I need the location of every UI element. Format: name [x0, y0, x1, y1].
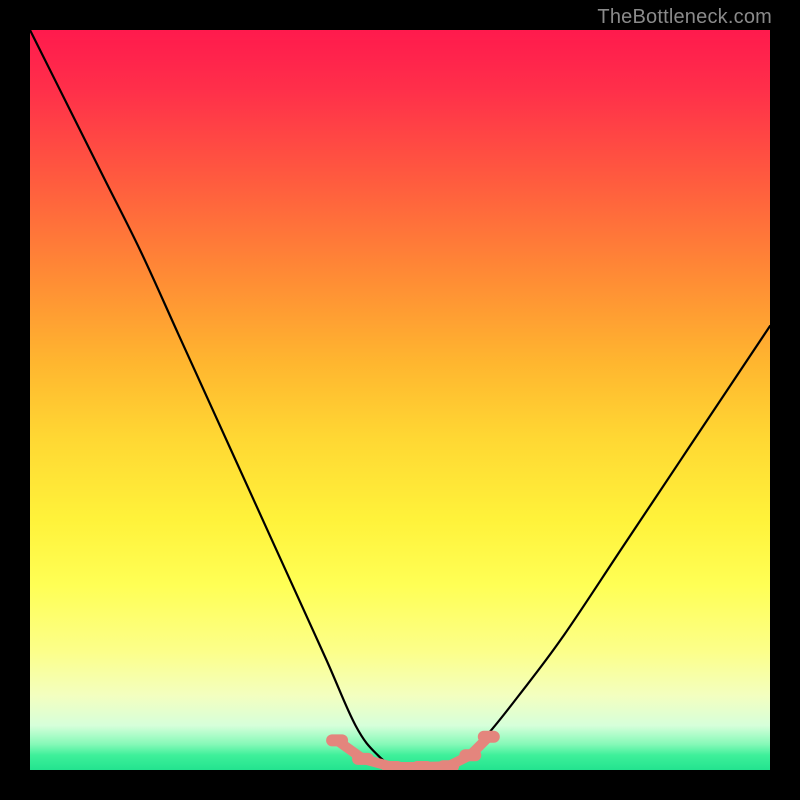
watermark-text: TheBottleneck.com: [597, 6, 772, 29]
bottom-node: [478, 731, 500, 743]
chart-frame: TheBottleneck.com: [0, 0, 800, 800]
curve-layer: [30, 30, 770, 770]
bottleneck-curve: [30, 30, 770, 770]
plot-area: [30, 30, 770, 770]
bottom-node: [437, 760, 459, 770]
bottom-node: [411, 761, 433, 770]
bottom-nodes-group: [326, 731, 500, 770]
bottom-node: [352, 753, 374, 765]
bottom-node: [326, 734, 348, 746]
bottom-node: [459, 749, 481, 761]
bottom-node: [382, 761, 404, 770]
